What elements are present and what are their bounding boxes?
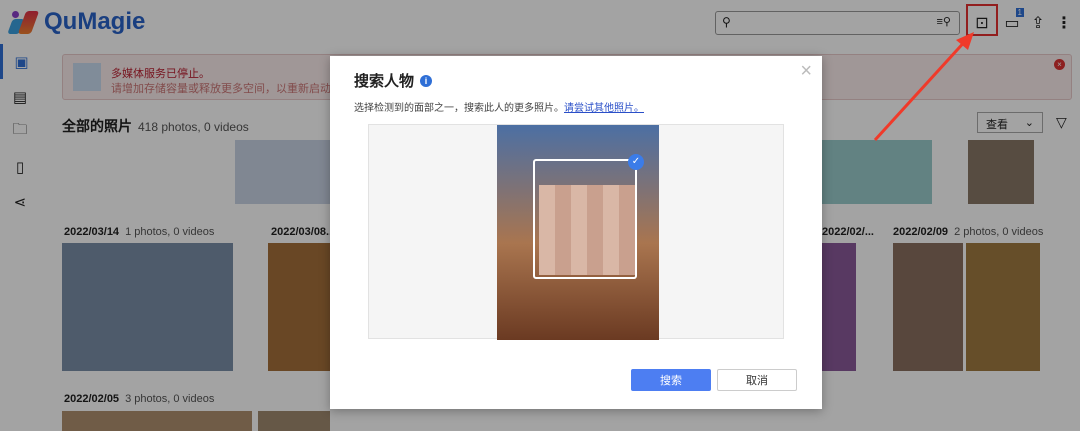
cancel-button[interactable]: 取消 bbox=[717, 369, 797, 391]
photo-preview: ✓ bbox=[368, 124, 784, 340]
face-selection-box[interactable] bbox=[533, 159, 637, 279]
search-button[interactable]: 搜索 bbox=[631, 369, 711, 391]
preview-photo: ✓ bbox=[497, 125, 659, 340]
check-icon: ✓ bbox=[628, 154, 644, 170]
try-other-photo-link[interactable]: 请尝试其他照片。 bbox=[564, 103, 644, 114]
annotation-arrow bbox=[873, 32, 974, 142]
close-icon[interactable]: × bbox=[800, 60, 812, 83]
dialog-title: 搜索人物 i bbox=[354, 70, 433, 91]
dialog-description: 选择检测到的面部之一，搜索此人的更多照片。请尝试其他照片。 bbox=[354, 99, 644, 114]
search-person-dialog: 搜索人物 i × 选择检测到的面部之一，搜索此人的更多照片。请尝试其他照片。 ✓ … bbox=[330, 56, 822, 409]
info-icon[interactable]: i bbox=[420, 74, 433, 87]
description-text: 选择检测到的面部之一，搜索此人的更多照片。 bbox=[354, 103, 564, 114]
dialog-title-text: 搜索人物 bbox=[354, 73, 415, 90]
